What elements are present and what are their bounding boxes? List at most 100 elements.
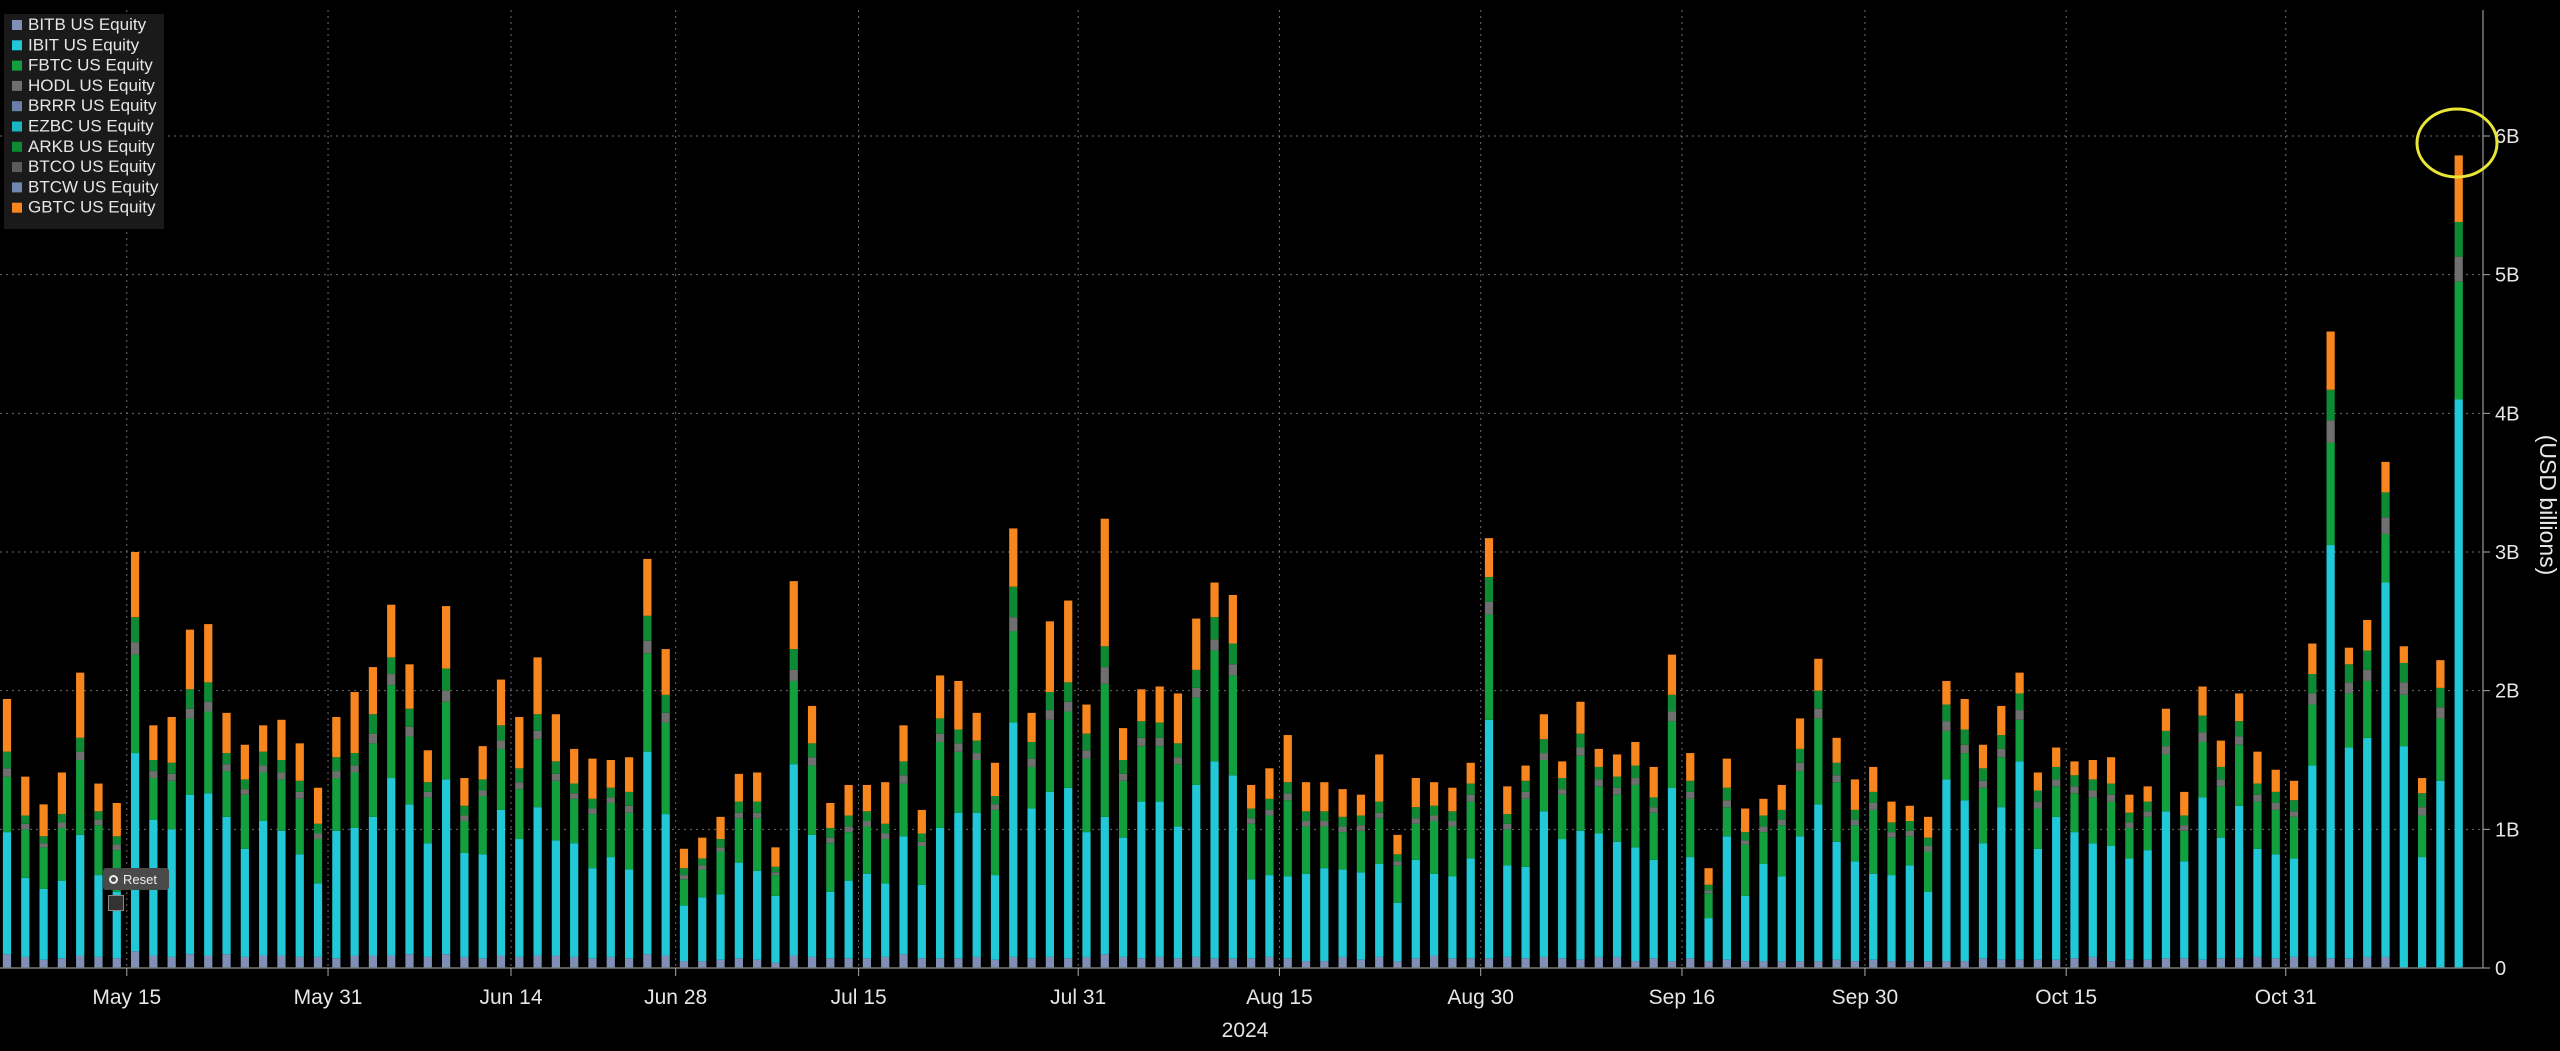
bar-segment-fbtc [533, 739, 542, 808]
bar-segment-bitb [112, 958, 121, 968]
bar-segment-gbtc [57, 772, 66, 815]
bar-segment-ibit [1466, 858, 1475, 959]
bar-segment-ibit [313, 883, 323, 957]
bar-segment-arkb [167, 762, 176, 774]
bar-segment-bitb [862, 958, 872, 968]
bar-segment-fbtc [881, 839, 890, 884]
bar-segment-ibit [1265, 875, 1274, 957]
bar-segment-arkb [716, 839, 725, 848]
bar-segment-other [478, 790, 487, 797]
bar-segment-arkb [1100, 646, 1109, 668]
bar-segment-fbtc [1375, 818, 1384, 864]
bar-segment-ibit [478, 854, 487, 959]
bar-segment-arkb [149, 760, 158, 772]
bar-segment-gbtc [1759, 798, 1768, 816]
bar-segment-bitb [1137, 958, 1146, 968]
bar-segment-arkb [1795, 748, 1805, 763]
bar-segment-arkb [1558, 778, 1567, 790]
bars [2, 155, 2463, 969]
bar-segment-other [1612, 787, 1622, 795]
bar-segment-other [734, 812, 743, 819]
reset-button[interactable]: Reset [103, 868, 169, 890]
bar-segment-other [1082, 750, 1091, 759]
bar-segment-gbtc [368, 667, 378, 715]
bar-segment-gbtc [1265, 768, 1274, 799]
bar-segment-other [112, 844, 121, 851]
bar-segment-fbtc [460, 821, 469, 853]
zoom-toggle-checkbox[interactable] [108, 895, 124, 911]
bar-segment-ibit [185, 794, 195, 955]
bar-segment-arkb [1338, 816, 1347, 827]
bar-segment-ibit [588, 868, 597, 959]
bar-segment-bitb [661, 955, 670, 968]
bar-segment-arkb [1356, 815, 1366, 826]
bar-segment-other [76, 751, 85, 760]
bar-segment-ibit [698, 897, 707, 962]
bar-segment-other [954, 743, 963, 752]
bar-segment-bitb [405, 954, 414, 968]
bar-segment-ibit [1722, 836, 1731, 960]
bar-segment-other [1558, 789, 1567, 795]
bar-segment-gbtc [1521, 765, 1530, 781]
legend-swatch [12, 182, 22, 193]
bar-segment-gbtc [2125, 794, 2134, 813]
bar-segment-ibit [2106, 845, 2116, 962]
bar-segment-fbtc [807, 765, 817, 835]
bar-segment-arkb [570, 783, 579, 794]
bar-segment-arkb [1192, 669, 1201, 688]
bar-segment-bitb [1576, 959, 1585, 968]
bar-segment-fbtc [972, 760, 981, 813]
bar-segment-gbtc [1301, 782, 1311, 812]
bar-segment-gbtc [1594, 748, 1603, 767]
bar-segment-gbtc [1722, 758, 1731, 788]
bar-segment-bitb [1741, 961, 1750, 968]
bar-segment-gbtc [1210, 582, 1219, 618]
bar-segment-ibit [1411, 859, 1420, 959]
bar-segment-ibit [734, 862, 743, 959]
bar-segment-fbtc [844, 832, 853, 881]
legend-label: HODL US Equity [28, 76, 155, 95]
bar-segment-bitb [1539, 956, 1548, 968]
bar-segment-bitb [1155, 956, 1164, 968]
bar-segment-other [1832, 775, 1841, 783]
bar-segment-gbtc [1887, 801, 1896, 823]
bar-segment-bitb [204, 955, 213, 968]
bar-segment-gbtc [2216, 740, 2225, 767]
bar-segment-gbtc [350, 692, 359, 754]
bar-segment-ibit [2436, 780, 2445, 968]
bar-segment-fbtc [76, 760, 85, 835]
bar-segment-ibit [2417, 857, 2427, 968]
bar-segment-bitb [954, 958, 963, 968]
bar-segment-bitb [460, 956, 469, 968]
bar-segment-ibit [259, 821, 268, 956]
bar-segment-bitb [2161, 958, 2171, 968]
bar-segment-fbtc [2161, 754, 2171, 812]
bar-segment-arkb [39, 836, 48, 844]
bar-segment-arkb [679, 868, 689, 876]
bar-segment-fbtc [277, 779, 286, 831]
bar-segment-gbtc [2344, 647, 2354, 665]
bar-segment-bitb [2125, 959, 2134, 968]
bar-segment-arkb [1155, 722, 1164, 738]
bar-segment-bitb [1649, 958, 1658, 968]
bar-segment-other [862, 821, 872, 827]
bar-segment-bitb [1247, 958, 1256, 968]
bar-segment-fbtc [2271, 809, 2280, 855]
bar-segment-bitb [990, 959, 1000, 968]
bar-segment-bitb [1228, 958, 1237, 968]
bar-segment-fbtc [2436, 718, 2445, 781]
bar-segment-fbtc [1612, 794, 1622, 842]
bar-segment-gbtc [2015, 672, 2024, 694]
bar-segment-ibit [881, 883, 890, 957]
bar-segment-arkb [1667, 694, 1677, 712]
bar-segment-other [2326, 420, 2335, 443]
bar-segment-arkb [332, 757, 341, 772]
bar-segment-ibit [368, 816, 378, 956]
bar-segment-arkb [2143, 801, 2152, 812]
bar-segment-arkb [1759, 815, 1768, 827]
bar-segment-ibit [2253, 848, 2262, 957]
bar-segment-other [1210, 639, 1219, 651]
bar-segment-ibit [222, 816, 231, 955]
bar-segment-other [826, 837, 835, 844]
bar-segment-arkb [990, 796, 1000, 805]
